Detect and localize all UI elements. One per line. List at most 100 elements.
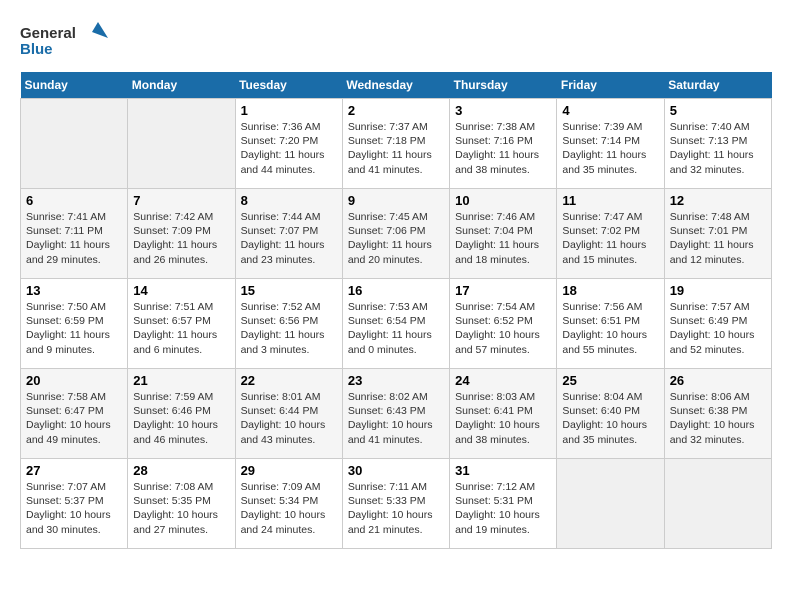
day-info: Sunrise: 7:54 AM Sunset: 6:52 PM Dayligh… [455,300,551,357]
calendar-week-row: 27 Sunrise: 7:07 AM Sunset: 5:37 PM Dayli… [21,459,772,549]
calendar-cell: 3Sunrise: 7:38 AM Sunset: 7:16 PM Daylig… [450,99,557,189]
day-info: Sunrise: 8:01 AM Sunset: 6:44 PM Dayligh… [241,390,337,447]
day-number: 29 [241,463,337,478]
calendar-cell: 17 Sunrise: 7:54 AM Sunset: 6:52 PM Dayli… [450,279,557,369]
weekday-header: Saturday [664,72,771,99]
day-info: Sunrise: 7:53 AM Sunset: 6:54 PM Dayligh… [348,300,444,357]
svg-text:Blue: Blue [20,41,53,58]
day-info: Sunrise: 7:51 AM Sunset: 6:57 PM Dayligh… [133,300,229,357]
calendar-week-row: 1 Sunrise: 7:36 AM Sunset: 7:20 PM Daylig… [21,99,772,189]
calendar-cell: 15Sunrise: 7:52 AM Sunset: 6:56 PM Dayli… [235,279,342,369]
day-info: Sunrise: 7:44 AM Sunset: 7:07 PM Dayligh… [241,210,337,267]
calendar-cell: 24Sunrise: 8:03 AM Sunset: 6:41 PM Dayli… [450,369,557,459]
day-number: 26 [670,373,766,388]
day-number: 18 [562,283,658,298]
day-number: 2 [348,103,444,118]
calendar-week-row: 6Sunrise: 7:41 AM Sunset: 7:11 PM Daylig… [21,189,772,279]
calendar-cell [21,99,128,189]
calendar-cell: 31 Sunrise: 7:12 AM Sunset: 5:31 PM Dayli… [450,459,557,549]
day-info: Sunrise: 7:08 AM Sunset: 5:35 PM Dayligh… [133,480,229,537]
svg-text:General: General [20,25,76,42]
calendar-cell: 8 Sunrise: 7:44 AM Sunset: 7:07 PM Daylig… [235,189,342,279]
day-number: 11 [562,193,658,208]
day-number: 4 [562,103,658,118]
calendar-week-row: 20Sunrise: 7:58 AM Sunset: 6:47 PM Dayli… [21,369,772,459]
calendar-cell: 2 Sunrise: 7:37 AM Sunset: 7:18 PM Daylig… [342,99,449,189]
logo: General Blue [20,20,110,62]
day-number: 5 [670,103,766,118]
day-info: Sunrise: 7:59 AM Sunset: 6:46 PM Dayligh… [133,390,229,447]
day-number: 14 [133,283,229,298]
calendar-cell: 9 Sunrise: 7:45 AM Sunset: 7:06 PM Daylig… [342,189,449,279]
weekday-header: Monday [128,72,235,99]
weekday-header: Tuesday [235,72,342,99]
calendar-cell: 6Sunrise: 7:41 AM Sunset: 7:11 PM Daylig… [21,189,128,279]
calendar-cell: 27 Sunrise: 7:07 AM Sunset: 5:37 PM Dayli… [21,459,128,549]
day-number: 17 [455,283,551,298]
day-number: 10 [455,193,551,208]
calendar-cell: 14 Sunrise: 7:51 AM Sunset: 6:57 PM Dayli… [128,279,235,369]
calendar-cell [664,459,771,549]
day-info: Sunrise: 7:37 AM Sunset: 7:18 PM Dayligh… [348,120,444,177]
day-info: Sunrise: 7:57 AM Sunset: 6:49 PM Dayligh… [670,300,766,357]
calendar-cell: 13 Sunrise: 7:50 AM Sunset: 6:59 PM Dayli… [21,279,128,369]
day-info: Sunrise: 8:06 AM Sunset: 6:38 PM Dayligh… [670,390,766,447]
day-info: Sunrise: 7:48 AM Sunset: 7:01 PM Dayligh… [670,210,766,267]
calendar-cell: 20Sunrise: 7:58 AM Sunset: 6:47 PM Dayli… [21,369,128,459]
day-number: 13 [26,283,122,298]
day-number: 27 [26,463,122,478]
weekday-header: Friday [557,72,664,99]
day-number: 30 [348,463,444,478]
day-info: Sunrise: 7:39 AM Sunset: 7:14 PM Dayligh… [562,120,658,177]
calendar-cell: 7Sunrise: 7:42 AM Sunset: 7:09 PM Daylig… [128,189,235,279]
day-info: Sunrise: 7:42 AM Sunset: 7:09 PM Dayligh… [133,210,229,267]
calendar-cell: 10 Sunrise: 7:46 AM Sunset: 7:04 PM Dayli… [450,189,557,279]
day-info: Sunrise: 7:46 AM Sunset: 7:04 PM Dayligh… [455,210,551,267]
day-info: Sunrise: 7:41 AM Sunset: 7:11 PM Dayligh… [26,210,122,267]
page-header: General Blue [20,20,772,62]
day-number: 9 [348,193,444,208]
day-info: Sunrise: 7:38 AM Sunset: 7:16 PM Dayligh… [455,120,551,177]
day-info: Sunrise: 7:36 AM Sunset: 7:20 PM Dayligh… [241,120,337,177]
calendar-cell: 4 Sunrise: 7:39 AM Sunset: 7:14 PM Daylig… [557,99,664,189]
weekday-header: Sunday [21,72,128,99]
day-number: 1 [241,103,337,118]
day-info: Sunrise: 7:50 AM Sunset: 6:59 PM Dayligh… [26,300,122,357]
day-info: Sunrise: 7:52 AM Sunset: 6:56 PM Dayligh… [241,300,337,357]
calendar-header-row: SundayMondayTuesdayWednesdayThursdayFrid… [21,72,772,99]
day-info: Sunrise: 7:45 AM Sunset: 7:06 PM Dayligh… [348,210,444,267]
day-number: 19 [670,283,766,298]
day-number: 8 [241,193,337,208]
day-info: Sunrise: 8:04 AM Sunset: 6:40 PM Dayligh… [562,390,658,447]
calendar-cell: 5 Sunrise: 7:40 AM Sunset: 7:13 PM Daylig… [664,99,771,189]
day-info: Sunrise: 7:40 AM Sunset: 7:13 PM Dayligh… [670,120,766,177]
day-info: Sunrise: 7:58 AM Sunset: 6:47 PM Dayligh… [26,390,122,447]
calendar-cell: 29 Sunrise: 7:09 AM Sunset: 5:34 PM Dayli… [235,459,342,549]
day-number: 23 [348,373,444,388]
day-info: Sunrise: 7:09 AM Sunset: 5:34 PM Dayligh… [241,480,337,537]
calendar-cell: 1 Sunrise: 7:36 AM Sunset: 7:20 PM Daylig… [235,99,342,189]
calendar-cell: 28Sunrise: 7:08 AM Sunset: 5:35 PM Dayli… [128,459,235,549]
weekday-header: Thursday [450,72,557,99]
calendar-cell: 26 Sunrise: 8:06 AM Sunset: 6:38 PM Dayli… [664,369,771,459]
calendar-cell: 16 Sunrise: 7:53 AM Sunset: 6:54 PM Dayli… [342,279,449,369]
calendar-table: SundayMondayTuesdayWednesdayThursdayFrid… [20,72,772,549]
day-number: 16 [348,283,444,298]
calendar-cell: 21 Sunrise: 7:59 AM Sunset: 6:46 PM Dayli… [128,369,235,459]
day-info: Sunrise: 7:47 AM Sunset: 7:02 PM Dayligh… [562,210,658,267]
calendar-cell: 30Sunrise: 7:11 AM Sunset: 5:33 PM Dayli… [342,459,449,549]
calendar-cell: 23 Sunrise: 8:02 AM Sunset: 6:43 PM Dayli… [342,369,449,459]
calendar-cell: 25Sunrise: 8:04 AM Sunset: 6:40 PM Dayli… [557,369,664,459]
day-info: Sunrise: 7:12 AM Sunset: 5:31 PM Dayligh… [455,480,551,537]
day-info: Sunrise: 8:02 AM Sunset: 6:43 PM Dayligh… [348,390,444,447]
day-info: Sunrise: 7:07 AM Sunset: 5:37 PM Dayligh… [26,480,122,537]
calendar-cell: 12Sunrise: 7:48 AM Sunset: 7:01 PM Dayli… [664,189,771,279]
logo-svg: General Blue [20,20,110,62]
day-number: 31 [455,463,551,478]
day-number: 21 [133,373,229,388]
day-info: Sunrise: 7:56 AM Sunset: 6:51 PM Dayligh… [562,300,658,357]
calendar-cell [557,459,664,549]
calendar-cell: 11 Sunrise: 7:47 AM Sunset: 7:02 PM Dayli… [557,189,664,279]
calendar-week-row: 13 Sunrise: 7:50 AM Sunset: 6:59 PM Dayli… [21,279,772,369]
calendar-cell [128,99,235,189]
